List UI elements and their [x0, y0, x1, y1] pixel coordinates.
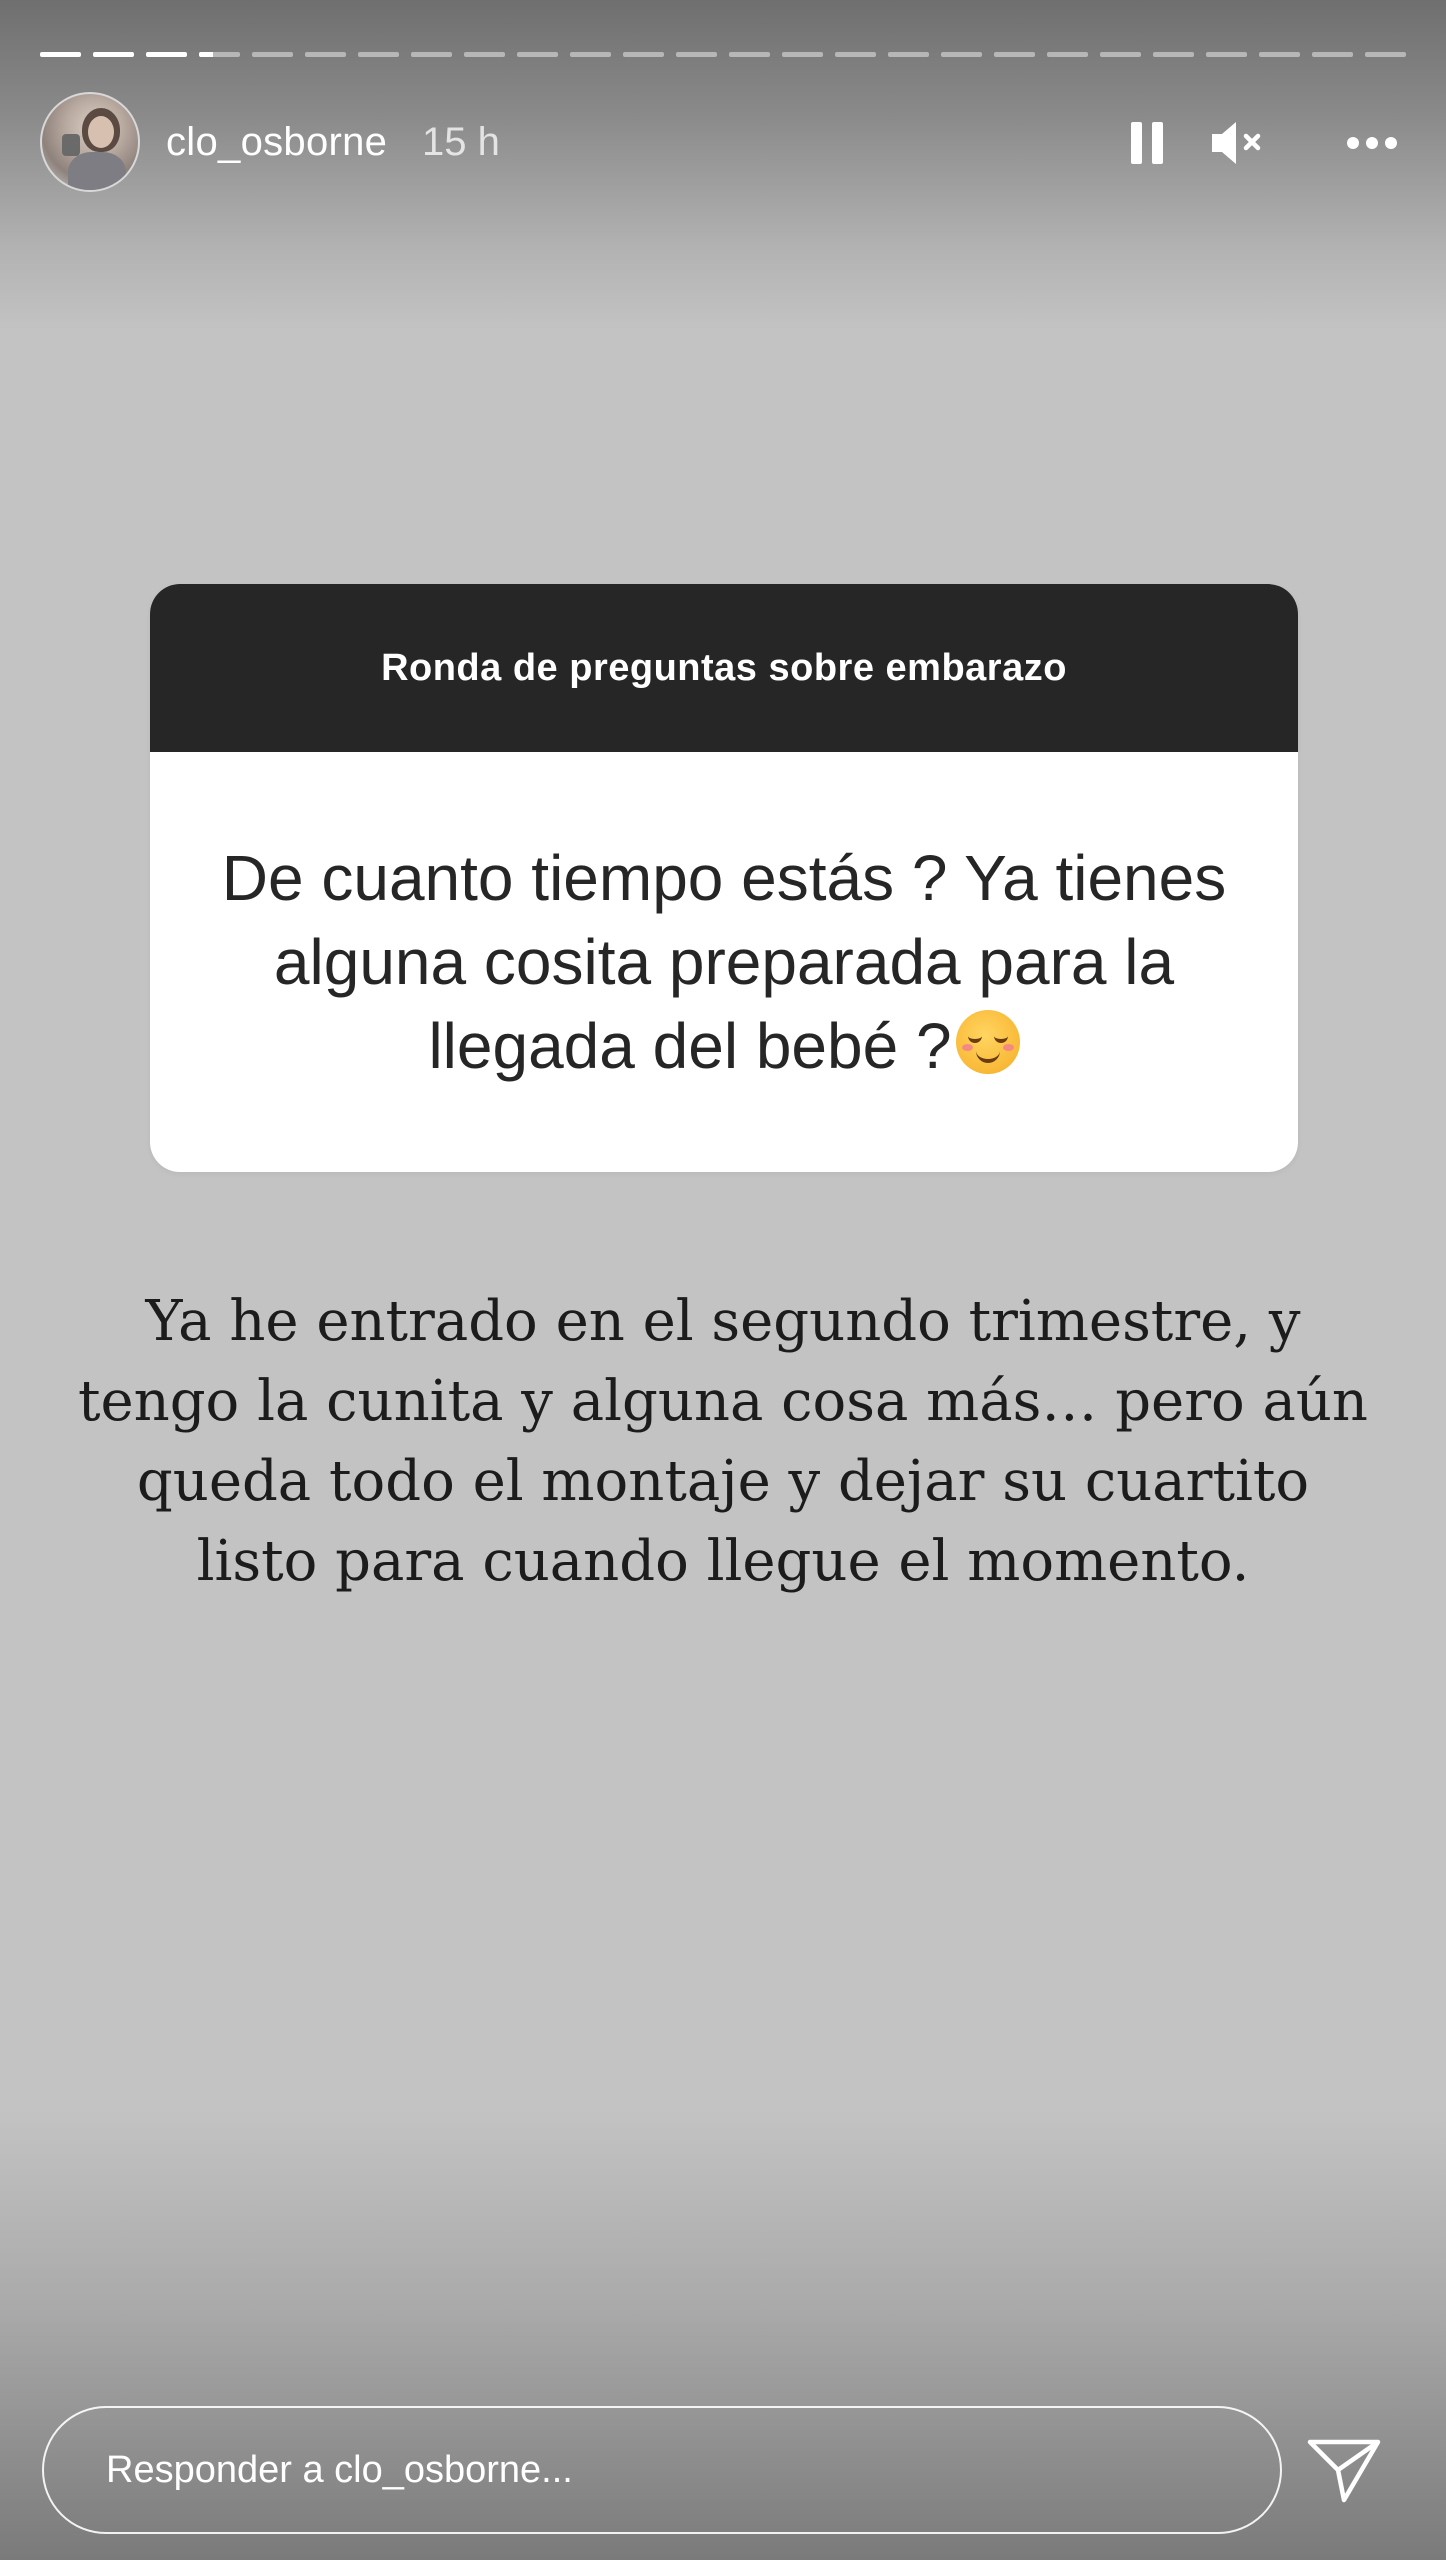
progress-segment — [1312, 52, 1353, 57]
progress-segment — [358, 52, 399, 57]
more-options-icon[interactable] — [1340, 116, 1404, 170]
progress-segment — [1365, 52, 1406, 57]
progress-segment — [464, 52, 505, 57]
progress-segment — [199, 52, 240, 57]
story-progress-bar — [40, 52, 1406, 58]
progress-segment — [941, 52, 982, 57]
reply-input[interactable]: Responder a clo_osborne... — [42, 2406, 1282, 2534]
progress-segment — [146, 52, 187, 57]
sticker-question-container: De cuanto tiempo estás ? Ya tienes algun… — [150, 752, 1298, 1172]
question-sticker: Ronda de preguntas sobre embarazo De cua… — [150, 584, 1298, 1172]
story-header: clo_osborne 15 h — [40, 92, 1406, 192]
answer-text: Ya he entrado en el segundo trimestre, y… — [78, 1289, 1368, 1594]
progress-segment — [1259, 52, 1300, 57]
progress-segment — [305, 52, 346, 57]
progress-segment — [729, 52, 770, 57]
progress-segment — [676, 52, 717, 57]
progress-segment-fill — [40, 52, 81, 57]
pause-icon[interactable] — [1120, 116, 1174, 170]
sticker-question: De cuanto tiempo estás ? Ya tienes algun… — [221, 842, 1227, 1082]
progress-segment — [1100, 52, 1141, 57]
progress-segment — [835, 52, 876, 57]
progress-segment — [252, 52, 293, 57]
progress-segment — [1206, 52, 1247, 57]
progress-segment-fill — [199, 52, 214, 57]
progress-segment — [570, 52, 611, 57]
progress-segment — [994, 52, 1035, 57]
progress-segment — [40, 52, 81, 57]
progress-segment — [1153, 52, 1194, 57]
progress-segment-fill — [93, 52, 134, 57]
progress-segment — [93, 52, 134, 57]
progress-segment — [411, 52, 452, 57]
username[interactable]: clo_osborne — [166, 120, 387, 165]
progress-segment — [623, 52, 664, 57]
reply-placeholder: Responder a clo_osborne... — [106, 2448, 573, 2491]
smiling-face-icon — [955, 1010, 1020, 1074]
progress-segment — [517, 52, 558, 57]
progress-segment — [782, 52, 823, 57]
progress-segment — [1047, 52, 1088, 57]
progress-segment — [888, 52, 929, 57]
progress-segment-fill — [146, 52, 187, 57]
send-paper-plane-icon[interactable] — [1304, 2434, 1384, 2508]
avatar[interactable] — [40, 92, 140, 192]
speaker-muted-icon[interactable] — [1208, 114, 1268, 172]
story-timestamp: 15 h — [422, 120, 500, 164]
sticker-title: Ronda de preguntas sobre embarazo — [150, 584, 1298, 752]
